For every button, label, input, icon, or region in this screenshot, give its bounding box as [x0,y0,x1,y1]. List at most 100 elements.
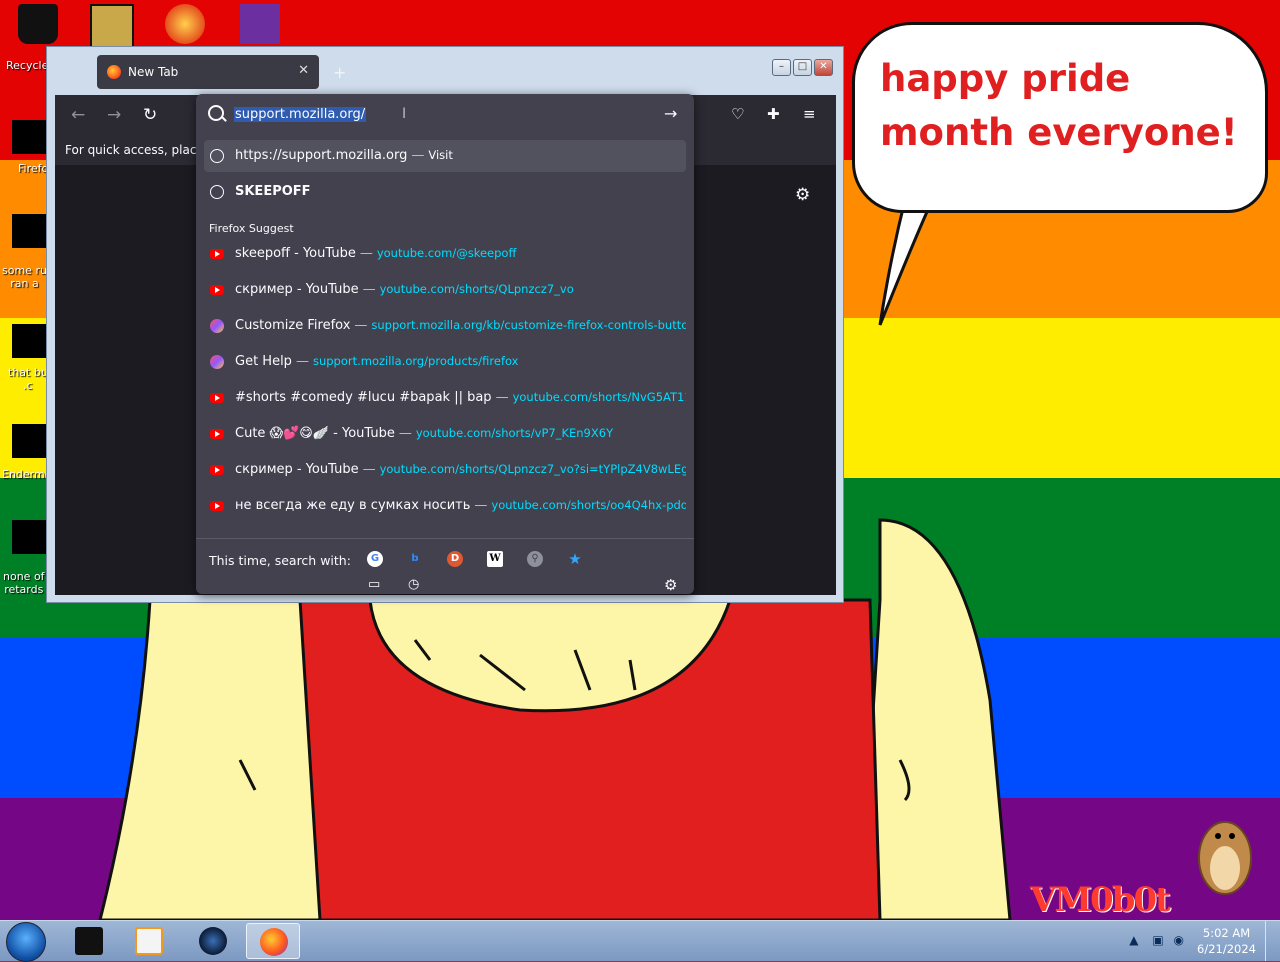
globe-icon [210,149,224,163]
bookmark-star-icon[interactable]: ★ [567,551,583,567]
speech-bubble-text: happy pride month everyone! [880,57,1238,154]
youtube-icon [210,465,224,475]
forward-arrow-icon[interactable]: → [107,105,121,125]
bing-icon[interactable]: b [407,551,423,567]
text-cursor-icon: I [402,106,407,122]
suggestion-item[interactable]: скример - YouTube — youtube.com/shorts/QLp… [204,274,686,306]
suggestion-url: youtube.com/@skeepoff [376,246,517,260]
extensions-icon[interactable]: ✚ [767,105,780,123]
go-arrow-icon[interactable]: → [664,104,677,123]
tabs-icon[interactable]: ▭ [368,578,382,591]
suggestion-title: Customize Firefox [235,318,351,333]
taskbar-item-media-player[interactable] [122,923,176,959]
history-clock-icon [210,185,224,199]
tab-title: New Tab [128,65,179,79]
tray-expand-icon[interactable]: ▲ [1129,933,1138,947]
suggestion-visit[interactable]: https://support.mozilla.org — Visit [204,140,686,172]
file-icon [12,324,46,358]
suggestion-url: support.mozilla.org/products/firefox [312,354,519,368]
suggestion-item[interactable]: скример - YouTube — youtube.com/shorts/QLp… [204,454,686,486]
app-icon[interactable] [165,4,205,44]
desktop-icon-file-3[interactable]: none of retards [0,520,48,596]
volume-icon[interactable]: ◉ [1174,933,1184,947]
firefox-icon [107,65,121,79]
back-arrow-icon[interactable]: ← [71,105,85,125]
suggestion-title: скример - YouTube [235,282,359,297]
history-text: SKEEPOFF [235,184,311,199]
desktop-icon-endermen[interactable]: Enderme [0,424,51,481]
search-engine-icon[interactable]: ⚲ [527,551,543,567]
firefox-suggest-label: Firefox Suggest [209,222,294,235]
start-button[interactable] [6,922,46,962]
file-icon [12,424,46,458]
taskbar-item-browser[interactable] [186,923,240,959]
globe-icon [199,927,227,955]
urlbar-dropdown: support.mozilla.org/ I → https://support… [196,94,694,594]
suggestion-url: youtube.com/shorts/vP7_KEn9X6Y [415,426,614,440]
clock-date: 6/21/2024 [1197,942,1256,956]
desktop-icon-firefox[interactable]: Firefo [0,120,48,175]
file-icon [12,214,46,248]
duckduckgo-icon[interactable]: D [447,551,463,567]
recycle-bin-icon[interactable] [18,4,58,44]
suggestion-title: #shorts #comedy #lucu #bapak || bap [235,390,492,405]
youtube-icon [210,501,224,511]
clock-time: 5:02 AM [1202,926,1251,940]
suggestion-action: Visit [428,148,453,162]
url-input[interactable]: support.mozilla.org/ I → [196,94,694,134]
suggestion-url: youtube.com/shorts/QLpnzcz7_vo?si=tYPlpZ… [379,462,686,476]
close-window-button[interactable]: ✕ [814,59,833,76]
suggestion-title: Cute 😱💕😋🪽 - YouTube [235,426,395,441]
youtube-icon [210,285,224,295]
taskbar: ▲ ▣ ◉ 5:02 AM 6/21/2024 [0,920,1280,962]
tab-new-tab[interactable]: New Tab ✕ [97,55,319,89]
suggestion-url: support.mozilla.org/kb/customize-firefox… [371,318,686,332]
google-icon[interactable]: G [367,551,383,567]
suggestion-item[interactable]: skeepoff - YouTube — youtube.com/@skeepoff [204,238,686,270]
taskbar-item-explorer[interactable] [62,923,116,959]
suggestion-item[interactable]: #shorts #comedy #lucu #bapak || bap — yout… [204,382,686,414]
maximize-button[interactable]: □ [793,59,812,76]
suggestion-history[interactable]: SKEEPOFF [204,176,686,208]
tab-bar: New Tab ✕ + – □ ✕ [47,47,843,95]
search-with-label: This time, search with: [209,553,351,568]
suggestion-item[interactable]: Customize Firefox — support.mozilla.org/kb… [204,310,686,342]
suggestion-item[interactable]: не всегда же еду в сумках носить — youtube… [204,490,686,522]
clock[interactable]: 5:02 AM 6/21/2024 [1197,925,1256,957]
desktop-icon-file-1[interactable]: some ru ran a [0,214,48,290]
watermark-logo: VM0b0t [1030,880,1171,920]
reload-icon[interactable]: ↻ [143,105,157,125]
folder-icon[interactable] [90,4,134,48]
show-desktop-button[interactable] [1265,921,1280,961]
search-settings-gear-icon[interactable]: ⚙ [664,576,677,594]
new-tab-button[interactable]: + [333,63,346,82]
firefox-icon [12,120,46,154]
close-tab-icon[interactable]: ✕ [298,63,309,78]
history-icon[interactable]: ◷ [408,578,422,591]
suggestion-item[interactable]: Get Help — support.mozilla.org/products/fi… [204,346,686,378]
youtube-icon [210,249,224,259]
taskbar-item-firefox[interactable] [246,923,300,959]
firefox-icon [260,928,288,956]
desktop-icon-file-2[interactable]: that bu .c [0,324,48,392]
minimize-button[interactable]: – [772,59,791,76]
hamster-image [1198,821,1252,895]
menu-icon[interactable]: ≡ [803,105,816,123]
pocket-icon[interactable]: ♡ [731,105,744,123]
suggestion-title: Get Help [235,354,292,369]
network-icon[interactable]: ▣ [1152,933,1163,947]
visual-studio-icon[interactable] [240,4,280,44]
search-icon [208,105,224,121]
suggestion-title: не всегда же еду в сумках носить [235,498,471,513]
file-icon [12,520,46,554]
mozilla-support-icon [210,355,224,369]
url-text[interactable]: support.mozilla.org/ [234,107,367,122]
suggestion-item[interactable]: Cute 😱💕😋🪽 - YouTube — youtube.com/shorts/v… [204,418,686,450]
suggestion-url: https://support.mozilla.org [235,148,408,163]
wikipedia-icon[interactable]: W [487,551,503,567]
folder-icon [75,927,103,955]
youtube-icon [210,429,224,439]
suggestion-title: skeepoff - YouTube [235,246,356,261]
suggestion-url: youtube.com/shorts/QLpnzcz7_vo [379,282,574,296]
page-settings-gear-icon[interactable]: ⚙ [795,185,810,205]
